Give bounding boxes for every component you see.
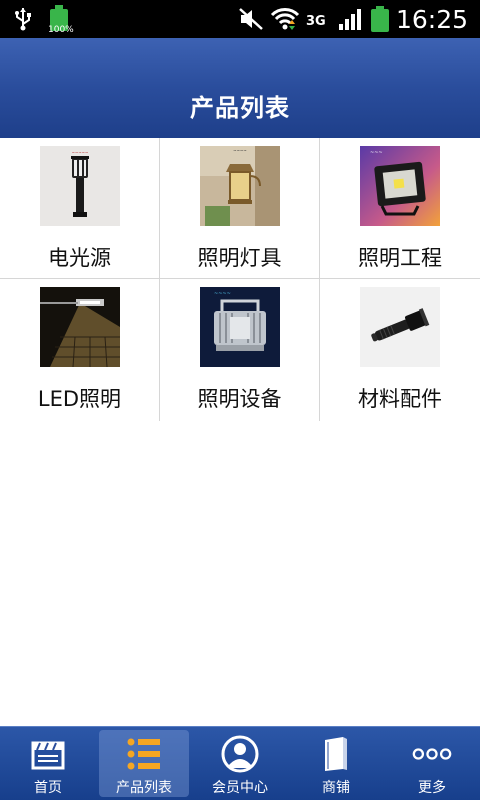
category-label: 照明设备 [197, 387, 282, 411]
lamp-post-image: ~~~~~ [40, 146, 120, 226]
category-label: LED照明 [37, 387, 122, 411]
battery-charging-icon: 100% [48, 0, 74, 38]
category-item-lighting-engineering[interactable]: ~~~ 照明工程 [320, 138, 480, 279]
network-type: 3G [306, 13, 326, 29]
battery-icon [370, 0, 390, 38]
category-grid: ~~~~~ 电光源 ~~~~ 照明灯具 ~~~ 照明工程 LED照明 ~~~~ … [0, 138, 480, 421]
nav-label: 商铺 [322, 780, 350, 796]
floodlight-image: ~~~ [360, 146, 440, 226]
category-label: 照明工程 [358, 246, 442, 270]
shop-book-icon [316, 735, 356, 773]
nav-product-list[interactable]: 产品列表 [96, 727, 192, 800]
category-item-lighting-equipment[interactable]: ~~~~ 照明设备 [160, 279, 320, 421]
category-item-led-lighting[interactable]: LED照明 [0, 279, 160, 421]
home-film-icon [28, 735, 68, 773]
category-label: 材料配件 [358, 387, 442, 411]
category-item-light-source[interactable]: ~~~~~ 电光源 [0, 138, 160, 279]
flashlight-image [360, 287, 440, 367]
svg-text:~~~~: ~~~~ [214, 291, 231, 297]
user-icon [220, 735, 260, 773]
more-dots-icon [412, 735, 452, 773]
nav-more[interactable]: 更多 [384, 727, 480, 800]
nav-home[interactable]: 首页 [0, 727, 96, 800]
nav-label: 产品列表 [116, 780, 172, 796]
list-icon [124, 735, 164, 773]
clock: 16:25 [396, 4, 469, 34]
category-item-materials-parts[interactable]: 材料配件 [320, 279, 480, 421]
nav-label: 首页 [34, 780, 62, 796]
bottom-nav: 首页 产品列表 会员中心 商铺 更多 [0, 726, 480, 800]
wifi-icon [270, 0, 300, 38]
street-light-image [40, 287, 120, 367]
svg-text:~~~~: ~~~~ [233, 148, 246, 153]
nav-shop[interactable]: 商铺 [288, 727, 384, 800]
nav-member-center[interactable]: 会员中心 [192, 727, 288, 800]
status-bar: 100% 3G 16:25 [0, 0, 480, 38]
usb-icon [14, 0, 32, 38]
category-label: 电光源 [48, 246, 111, 270]
app-header: 产品列表 [0, 38, 480, 138]
svg-text:~~~: ~~~ [370, 150, 383, 156]
battery-percent: 100% [48, 25, 74, 35]
svg-text:~~~~~: ~~~~~ [72, 150, 89, 155]
signal-icon [338, 0, 364, 38]
category-item-lighting-fixtures[interactable]: ~~~~ 照明灯具 [160, 138, 320, 279]
led-flood-fixture-image: ~~~~ [200, 287, 280, 367]
nav-label: 更多 [418, 780, 446, 796]
page-title: 产品列表 [190, 93, 290, 122]
wall-lantern-image: ~~~~ [200, 146, 280, 226]
nav-label: 会员中心 [212, 780, 268, 796]
category-label: 照明灯具 [197, 246, 282, 270]
mute-icon [238, 0, 264, 38]
